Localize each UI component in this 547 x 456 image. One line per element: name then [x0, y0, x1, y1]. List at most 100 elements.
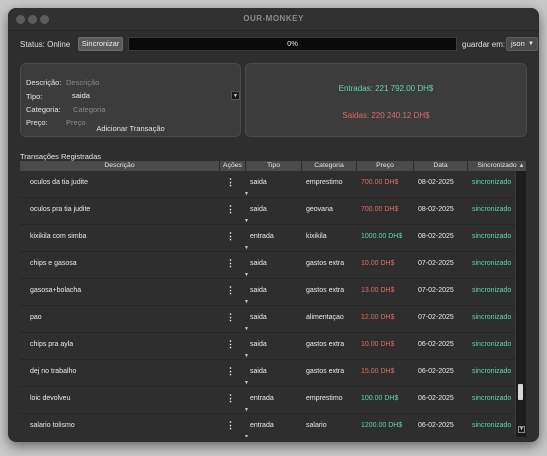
sync-button[interactable]: Sincronizar	[78, 37, 123, 51]
row-preco: 10.00 DH$	[361, 341, 395, 348]
save-format-label: guardar em:	[462, 40, 506, 49]
chevron-down-icon[interactable]: ▼	[244, 191, 249, 197]
header-descricao[interactable]: Descrição	[20, 161, 220, 171]
row-preco: 1200.00 DH$	[361, 422, 403, 429]
row-preco: 700.00 DH$	[361, 179, 399, 186]
row-data: 06-02-2025	[418, 341, 454, 348]
row-tipo: saida	[250, 368, 267, 375]
table-row[interactable]: oculos pra tia judite ⋮ saida geovana 700.00…	[20, 198, 516, 225]
header-categoria[interactable]: Categoria	[302, 161, 357, 171]
row-actions-menu[interactable]: ⋮	[226, 339, 235, 350]
row-actions-menu[interactable]: ⋮	[226, 312, 235, 323]
row-sync-status: sincronizado	[472, 179, 512, 186]
row-sync-status: sincronizado	[472, 206, 512, 213]
transaction-form-panel: Descrição: Descrição Tipo: saida ▼ Categ…	[20, 63, 241, 137]
table-row[interactable]: dej no trabalho ⋮ saida gastos extra 15.00 D…	[20, 360, 516, 387]
descricao-input[interactable]: Descrição	[66, 78, 99, 87]
chevron-down-icon[interactable]: ▼	[244, 353, 249, 359]
row-data: 08-02-2025	[418, 206, 454, 213]
row-categoria: gastos extra	[306, 368, 345, 375]
row-actions-menu[interactable]: ⋮	[226, 231, 235, 242]
row-categoria: emprestimo	[306, 179, 343, 186]
row-actions-menu[interactable]: ⋮	[226, 204, 235, 215]
header-tipo[interactable]: Tipo	[246, 161, 302, 171]
row-categoria: gastos extra	[306, 341, 345, 348]
tipo-row: Tipo: saida ▼	[26, 90, 240, 103]
row-data: 08-02-2025	[418, 233, 454, 240]
table-row[interactable]: gasosa+bolacha ⋮ saida gastos extra 13.00 DH…	[20, 279, 516, 306]
transactions-title: Transações Registradas	[20, 152, 102, 161]
chevron-down-icon[interactable]: ▼	[244, 380, 249, 386]
row-data: 08-02-2025	[418, 179, 454, 186]
row-actions-menu[interactable]: ⋮	[226, 258, 235, 269]
entradas-total: Entradas: 221 792.00 DH$	[338, 84, 434, 93]
status-text: Status: Online	[20, 40, 71, 49]
row-tipo: entrada	[250, 233, 274, 240]
header-acoes[interactable]: Ações	[220, 161, 246, 171]
row-categoria: gastos extra	[306, 287, 345, 294]
row-descricao: pao	[30, 314, 42, 321]
table-row[interactable]: kixikila com simba ⋮ entrada kixikila 1000.0…	[20, 225, 516, 252]
row-tipo: saida	[250, 206, 267, 213]
chevron-down-icon[interactable]: ▼	[244, 218, 249, 224]
row-preco: 15.00 DH$	[361, 368, 395, 375]
tipo-value: saida	[72, 91, 90, 100]
table-row[interactable]: loic devolveu ⋮ entrada emprestimo 100.00 DH…	[20, 387, 516, 414]
chevron-down-icon[interactable]: ▼	[244, 245, 249, 251]
row-descricao: salario tolismo	[30, 422, 75, 429]
tipo-select[interactable]: saida ▼	[64, 90, 240, 102]
scroll-up-icon[interactable]: ▲	[518, 163, 525, 170]
row-tipo: saida	[250, 260, 267, 267]
row-sync-status: sincronizado	[472, 341, 512, 348]
transactions-table: Descrição Ações Tipo Categoria Preço Dat…	[20, 161, 527, 437]
chevron-down-icon[interactable]: ▼	[244, 326, 249, 332]
row-actions-menu[interactable]: ⋮	[226, 177, 235, 188]
tipo-label: Tipo:	[26, 92, 43, 101]
header-preco[interactable]: Preço	[357, 161, 414, 171]
row-data: 07-02-2025	[418, 287, 454, 294]
row-actions-menu[interactable]: ⋮	[226, 393, 235, 404]
row-actions-menu[interactable]: ⋮	[226, 420, 235, 431]
row-categoria: kixikila	[306, 233, 327, 240]
row-preco: 13.00 DH$	[361, 287, 395, 294]
summary-panel: Entradas: 221 792.00 DH$ Saidas: 220 240…	[245, 63, 527, 137]
row-categoria: geovana	[306, 206, 333, 213]
row-actions-menu[interactable]: ⋮	[226, 285, 235, 296]
save-format-value: json	[511, 39, 525, 48]
add-transaction-button[interactable]: Adicionar Transação	[21, 124, 240, 133]
status-bar: Status: Online Sincronizar 0% guardar em…	[20, 37, 538, 51]
table-row[interactable]: oculos da tia judite ⋮ saida emprestimo 700.…	[20, 171, 516, 198]
table-row[interactable]: salario tolismo ⋮ entrada salario 1200.00 DH…	[20, 414, 516, 437]
row-data: 06-02-2025	[418, 368, 454, 375]
chevron-down-icon[interactable]: ▼	[244, 272, 249, 278]
chevron-down-icon[interactable]: ▼	[244, 299, 249, 305]
chevron-down-icon[interactable]: ▼	[244, 407, 249, 413]
row-data: 07-02-2025	[418, 260, 454, 267]
scroll-down-icon[interactable]: ▼	[518, 426, 525, 433]
table-row[interactable]: chips pra ayla ⋮ saida gastos extra 10.00 DH…	[20, 333, 516, 360]
row-preco: 700.00 DH$	[361, 206, 399, 213]
header-data[interactable]: Data	[414, 161, 468, 171]
row-sync-status: sincronizado	[472, 287, 512, 294]
row-actions-menu[interactable]: ⋮	[226, 366, 235, 377]
row-descricao: kixikila com simba	[30, 233, 87, 240]
categoria-input[interactable]: Categoria	[73, 105, 106, 114]
row-descricao: oculos pra tia judite	[30, 206, 91, 213]
row-preco: 100.00 DH$	[361, 395, 399, 402]
table-row[interactable]: chips e gasosa ⋮ saida gastos extra 10.00 DH…	[20, 252, 516, 279]
chevron-down-icon[interactable]: ▼	[244, 434, 249, 437]
scrollbar-thumb[interactable]	[518, 384, 523, 400]
row-tipo: entrada	[250, 422, 274, 429]
title-bar: OUR-MONKEY	[8, 8, 539, 31]
save-format-select[interactable]: json ▼	[506, 37, 538, 51]
row-sync-status: sincronizado	[472, 422, 512, 429]
row-tipo: saida	[250, 341, 267, 348]
row-tipo: entrada	[250, 395, 274, 402]
row-preco: 1000.00 DH$	[361, 233, 403, 240]
row-sync-status: sincronizado	[472, 395, 512, 402]
row-preco: 10.00 DH$	[361, 260, 395, 267]
vertical-scrollbar[interactable]	[515, 171, 526, 437]
row-tipo: saida	[250, 179, 267, 186]
table-row[interactable]: pao ⋮ saida alimentaçao 12.00 DH$ 07-02-2025 s…	[20, 306, 516, 333]
saidas-total: Saidas: 220 240.12 DH$	[342, 111, 430, 120]
